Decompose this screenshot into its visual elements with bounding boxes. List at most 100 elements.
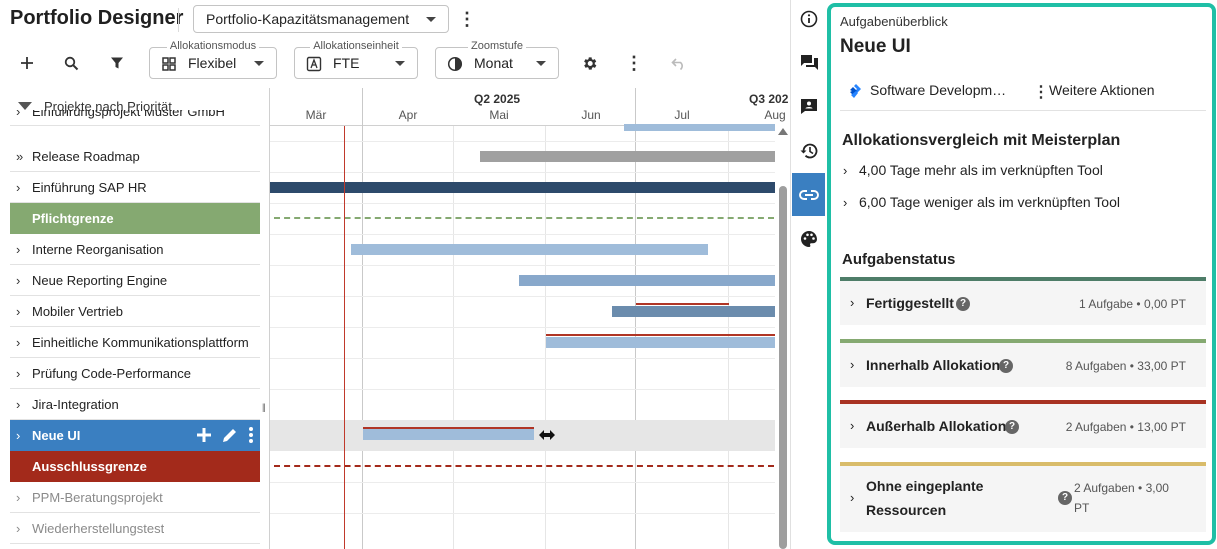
- jira-icon: [850, 84, 861, 98]
- comments-icon[interactable]: [797, 50, 821, 74]
- row-gridline: [270, 172, 775, 173]
- list-item-label: PPM-Beratungsprojekt: [32, 490, 163, 505]
- add-icon[interactable]: [14, 50, 40, 76]
- help-icon[interactable]: ?: [1005, 420, 1019, 434]
- info-icon[interactable]: [797, 7, 821, 31]
- app-window: Portfolio Designer Portfolio-Kapazitätsm…: [0, 0, 1217, 549]
- list-item[interactable]: › Einheitliche Kommunikationsplattform: [10, 327, 260, 358]
- quarter-gridline: [362, 88, 363, 549]
- allocation-unit-select[interactable]: Allokationseinheit FTE: [294, 40, 418, 79]
- chevron-right-icon: ›: [16, 335, 21, 350]
- contact-card-icon[interactable]: [797, 94, 821, 118]
- more-vert-icon[interactable]: ⋮: [1033, 82, 1049, 102]
- resize-arrows-icon[interactable]: [538, 428, 556, 442]
- chevron-right-icon: ›: [16, 273, 21, 288]
- splitter-handle[interactable]: ||: [262, 402, 266, 412]
- view-select[interactable]: Portfolio-Kapazitätsmanagement: [193, 5, 449, 33]
- help-icon[interactable]: ?: [999, 359, 1013, 373]
- settings-gear-icon[interactable]: [576, 50, 602, 76]
- status-name: Fertiggestellt: [866, 295, 954, 311]
- compare-item[interactable]: › 6,00 Tage weniger als im verknüpften To…: [843, 194, 1120, 210]
- selected-list-item[interactable]: › Neue UI: [10, 420, 260, 451]
- month-label: Jul: [674, 108, 690, 122]
- undo-icon[interactable]: [666, 50, 692, 76]
- quarter-label: Q2 2025: [474, 92, 521, 106]
- chevron-right-icon: ›: [850, 418, 855, 433]
- list-item-label: Neue Reporting Engine: [32, 273, 168, 288]
- gantt-bar[interactable]: [519, 275, 775, 286]
- list-item[interactable]: › Prüfung Code-Performance: [10, 358, 260, 389]
- add-icon[interactable]: [194, 425, 214, 445]
- status-name: Außerhalb Allokation: [866, 418, 1007, 434]
- gantt-bar[interactable]: [612, 306, 775, 317]
- caret-down-icon: [426, 17, 436, 22]
- status-card-within-allocation[interactable]: › Innerhalb Allokation ? 8 Aufgaben • 33…: [840, 339, 1206, 387]
- list-item[interactable]: › Wiederherstellungstest: [10, 513, 260, 544]
- gantt-bar[interactable]: [546, 337, 775, 348]
- row-gridline: [270, 389, 775, 390]
- status-card-completed[interactable]: › Fertiggestellt ? 1 Aufgabe • 0,00 PT: [840, 277, 1206, 325]
- mandatory-boundary-line: [274, 217, 774, 219]
- month-label: Mär: [305, 108, 327, 122]
- status-count: 1 Aufgabe • 0,00 PT: [1079, 297, 1186, 311]
- link-icon[interactable]: [797, 183, 821, 207]
- edit-pencil-icon[interactable]: [220, 425, 240, 445]
- gantt-bar[interactable]: [624, 124, 775, 131]
- more-vert-icon[interactable]: ⋮: [458, 8, 476, 30]
- list-item[interactable]: › Neue Reporting Engine: [10, 265, 260, 296]
- scroll-up-arrow-icon[interactable]: [778, 128, 788, 135]
- more-vert-icon[interactable]: [246, 425, 256, 445]
- row-gridline: [270, 296, 775, 297]
- task-overview-panel: Aufgabenüberblick Neue UI Software Devel…: [827, 3, 1216, 545]
- status-card-outside-allocation[interactable]: › Außerhalb Allokation ? 2 Aufgaben • 13…: [840, 400, 1206, 448]
- list-item-label: Mobiler Vertrieb: [32, 304, 124, 319]
- gantt-bar[interactable]: [480, 151, 775, 162]
- filter-icon[interactable]: [104, 50, 130, 76]
- allocation-mode-select[interactable]: Allokationsmodus Flexibel: [149, 40, 277, 79]
- exclusion-boundary-row[interactable]: Ausschlussgrenze: [10, 451, 260, 482]
- row-gridline: [270, 234, 775, 235]
- gantt-bar[interactable]: [351, 244, 708, 255]
- status-heading: Aufgabenstatus: [842, 251, 956, 268]
- status-card-no-resources[interactable]: › Ohne eingeplante Ressourcen ? 2 Aufgab…: [840, 462, 1206, 532]
- zoom-level-legend: Zoomstufe: [468, 40, 526, 52]
- side-icon-rail: [790, 0, 825, 549]
- status-name: Innerhalb Allokation: [866, 357, 1001, 373]
- list-item[interactable]: › Interne Reorganisation: [10, 234, 260, 265]
- sort-triangle-icon: [18, 102, 32, 110]
- list-item[interactable]: › Einführungsprojekt Muster GmbH: [10, 110, 260, 126]
- source-link[interactable]: Software Developm…: [870, 82, 1006, 98]
- allocation-unit-legend: Allokationseinheit: [310, 40, 402, 52]
- panel-subtitle: Aufgabenüberblick: [840, 14, 948, 29]
- list-item-label: Wiederherstellungstest: [32, 521, 165, 536]
- scrollbar-thumb[interactable]: [779, 186, 787, 549]
- compare-heading: Allokationsvergleich mit Meisterplan: [842, 132, 1121, 149]
- chevron-right-icon: ›: [16, 366, 21, 381]
- list-item-label: Prüfung Code-Performance: [32, 366, 191, 381]
- list-item[interactable]: › Jira-Integration: [10, 389, 260, 420]
- list-item-label: Ausschlussgrenze: [32, 459, 147, 474]
- help-icon[interactable]: ?: [1058, 491, 1072, 505]
- palette-icon[interactable]: [797, 227, 821, 251]
- month-label: Jun: [581, 108, 601, 122]
- more-actions-button[interactable]: Weitere Aktionen: [1049, 82, 1155, 98]
- selected-gantt-bar[interactable]: [363, 429, 534, 440]
- chevron-right-icon: ›: [850, 295, 855, 310]
- help-icon[interactable]: ?: [956, 297, 970, 311]
- list-item-label: Einführung SAP HR: [32, 180, 147, 195]
- history-icon[interactable]: [797, 139, 821, 163]
- list-item[interactable]: › PPM-Beratungsprojekt: [10, 482, 260, 513]
- over-allocation-marker: [636, 303, 729, 305]
- more-vert-icon[interactable]: ⋮: [621, 50, 647, 76]
- zoom-level-value: Monat: [474, 55, 513, 71]
- zoom-level-select[interactable]: Zoomstufe Monat: [435, 40, 559, 79]
- gantt-bar[interactable]: [270, 182, 775, 193]
- mandatory-boundary-row[interactable]: Pflichtgrenze: [10, 203, 260, 234]
- list-item[interactable]: › Mobiler Vertrieb: [10, 296, 260, 327]
- row-gridline: [270, 482, 775, 483]
- list-item[interactable]: › Einführung SAP HR: [10, 172, 260, 203]
- chevron-right-icon: ›: [16, 242, 21, 257]
- compare-item[interactable]: › 4,00 Tage mehr als im verknüpften Tool: [843, 162, 1103, 178]
- search-icon[interactable]: [58, 50, 84, 76]
- list-item[interactable]: » Release Roadmap: [10, 141, 260, 172]
